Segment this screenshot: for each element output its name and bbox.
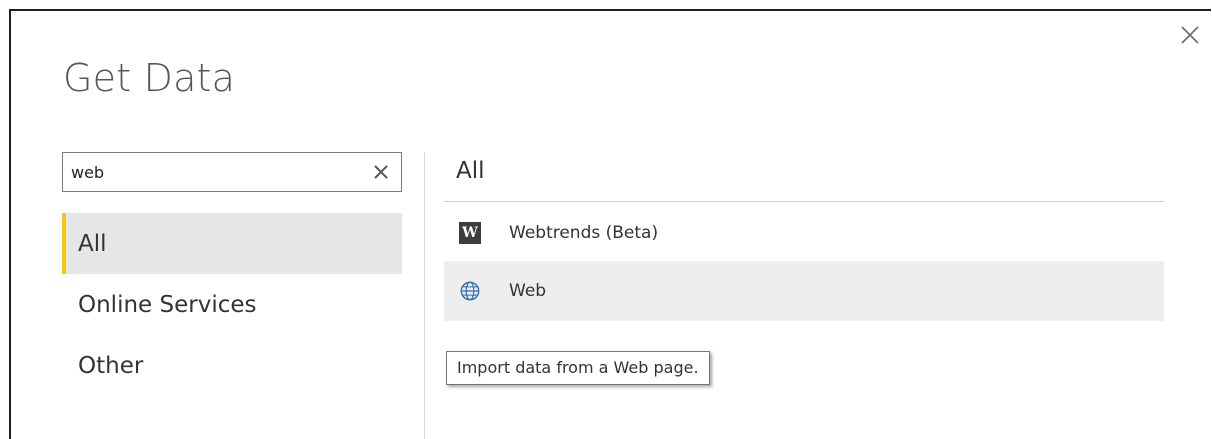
globe-icon [458,279,482,303]
category-label: Other [78,352,144,379]
results-header: All [456,158,485,184]
search-clear-button[interactable] [361,153,401,191]
clear-x-icon [374,165,388,179]
result-web[interactable]: Web [444,261,1164,321]
results-header-rule [444,201,1164,202]
webtrends-icon-glyph: W [459,222,481,244]
pane-divider [424,152,425,439]
results-list: W Webtrends (Beta) Web [444,205,1164,321]
search-input[interactable] [63,153,353,191]
category-other[interactable]: Other [62,335,402,396]
close-button[interactable] [1175,20,1205,50]
close-icon [1181,26,1199,44]
search-box [62,152,402,192]
webtrends-icon: W [458,221,482,245]
category-label: Online Services [78,291,257,318]
result-label: Webtrends (Beta) [509,223,659,243]
dialog-title: Get Data [63,56,236,100]
category-list: All Online Services Other [62,213,402,396]
result-label: Web [509,281,547,301]
tooltip: Import data from a Web page. [446,351,710,385]
result-webtrends[interactable]: W Webtrends (Beta) [444,205,1164,261]
category-online-services[interactable]: Online Services [62,274,402,335]
category-label: All [78,230,107,257]
category-all[interactable]: All [62,213,402,274]
